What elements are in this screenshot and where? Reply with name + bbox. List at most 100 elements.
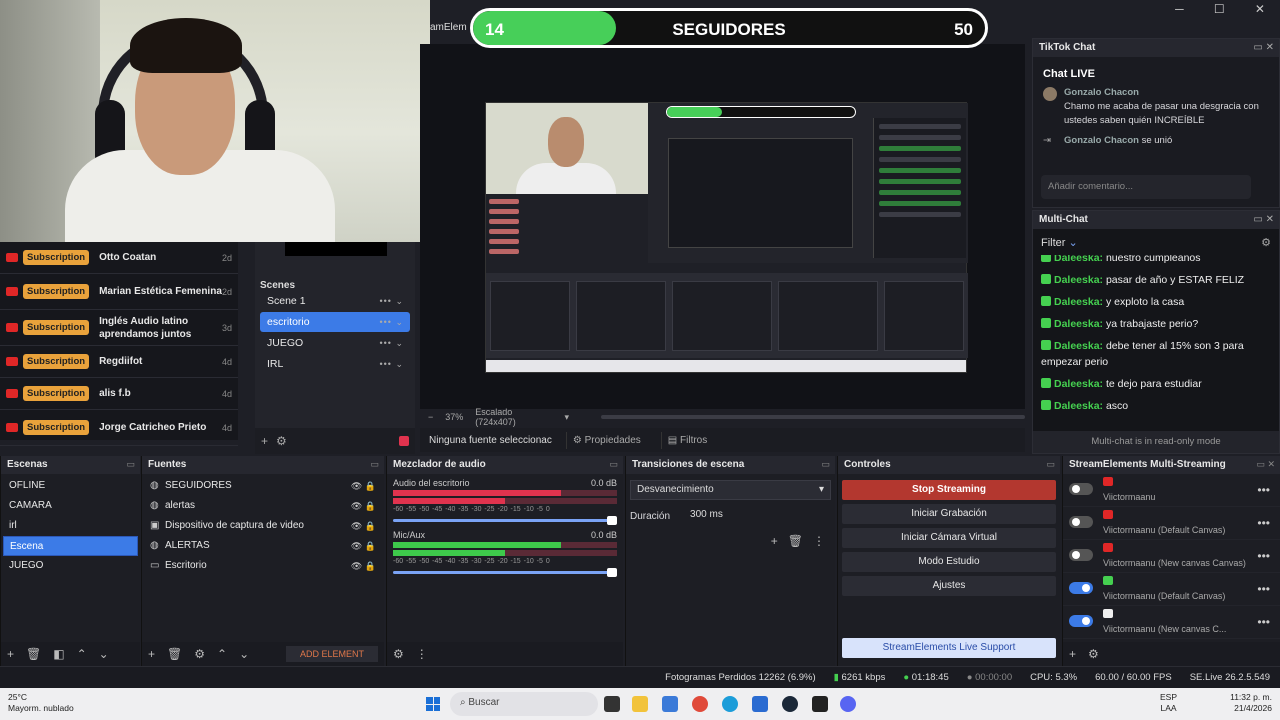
filters-button[interactable]: ▤ Filtros xyxy=(660,431,713,449)
target-name: Viictormaanu (New canvas Canvas) xyxy=(1103,558,1246,568)
mini-scene-item[interactable]: JUEGO ••• ⌄ xyxy=(260,333,410,353)
comment-input[interactable]: Añadir comentario... xyxy=(1041,175,1251,199)
scene-tools-icon[interactable]: ••• ⌄ xyxy=(380,354,405,374)
gear-icon[interactable]: ⚙ xyxy=(1088,647,1099,661)
event-age: 2d xyxy=(221,286,232,297)
target-toggle[interactable] xyxy=(1069,483,1093,495)
scene-item[interactable]: Escena xyxy=(3,536,138,556)
stream-preview[interactable] xyxy=(485,102,968,373)
mini-scene-item[interactable]: Scene 1 ••• ⌄ xyxy=(260,291,410,311)
globe-icon: ◍ xyxy=(150,540,159,551)
gear-icon[interactable]: ⚙ xyxy=(194,647,205,661)
menu-fragment[interactable]: amElem xyxy=(430,22,472,33)
chat-text: asco xyxy=(1105,400,1129,412)
visibility-lock-icons[interactable]: 👁 🔒 xyxy=(351,476,376,496)
scene-item[interactable]: irl xyxy=(3,516,138,536)
settings-button[interactable]: Ajustes xyxy=(842,576,1056,596)
store-icon[interactable] xyxy=(752,696,768,712)
visibility-lock-icons[interactable]: 👁 🔒 xyxy=(351,496,376,516)
maximize-button[interactable]: ☐ xyxy=(1214,2,1225,20)
mini-scene-item[interactable]: escritorio ••• ⌄ xyxy=(260,312,410,332)
up-icon[interactable]: ⌃ xyxy=(217,647,227,661)
close-icon[interactable]: ▭ ✕ xyxy=(1253,42,1274,53)
stop-streaming-button[interactable]: Stop Streaming xyxy=(842,480,1056,500)
record-icon[interactable] xyxy=(399,436,409,446)
gear-icon[interactable]: ⚙ xyxy=(393,647,404,661)
minus-icon[interactable]: − xyxy=(428,412,433,422)
more-icon[interactable]: ••• xyxy=(1257,549,1270,563)
add-icon[interactable]: + xyxy=(7,647,14,661)
transition-tools[interactable]: + 🗑 ⋮ xyxy=(630,534,831,548)
more-icon[interactable]: ••• xyxy=(1257,516,1270,530)
scene-item[interactable]: CAMARA xyxy=(3,496,138,516)
add-icon[interactable]: + xyxy=(1069,647,1076,661)
scene-tools-icon[interactable]: ••• ⌄ xyxy=(380,291,405,311)
transition-select[interactable]: Desvanecimiento ▾ xyxy=(630,480,831,500)
trash-icon[interactable]: 🗑 xyxy=(167,647,182,661)
start-recording-button[interactable]: Iniciar Grabación xyxy=(842,504,1056,524)
scene-item[interactable]: JUEGO xyxy=(3,556,138,576)
visibility-lock-icons[interactable]: 👁 🔒 xyxy=(351,536,376,556)
source-item[interactable]: ▭ Escritorio 👁 🔒 xyxy=(142,556,384,576)
add-icon[interactable]: + xyxy=(261,434,268,448)
visibility-lock-icons[interactable]: 👁 🔒 xyxy=(351,516,376,536)
target-toggle[interactable] xyxy=(1069,615,1093,627)
studio-mode-button[interactable]: Modo Estudio xyxy=(842,552,1056,572)
live-support-button[interactable]: StreamElements Live Support xyxy=(842,638,1056,658)
chat-user: Daleeska: xyxy=(1054,378,1104,390)
obs-icon[interactable] xyxy=(812,696,828,712)
filter-icon[interactable]: ◧ xyxy=(53,647,64,661)
trash-icon[interactable]: 🗑 xyxy=(26,647,41,661)
chat-text: te dejo para estudiar xyxy=(1105,378,1202,390)
scene-item[interactable]: OFLINE xyxy=(3,476,138,496)
chevron-down-icon[interactable]: ▾ xyxy=(564,412,569,423)
duration-field[interactable]: 300 ms xyxy=(684,506,831,526)
event-age: 4d xyxy=(221,356,232,367)
source-item[interactable]: ◍ ALERTAS 👁 🔒 xyxy=(142,536,384,556)
close-button[interactable]: ✕ xyxy=(1255,2,1265,20)
down-icon[interactable]: ⌄ xyxy=(99,647,109,661)
gear-icon[interactable]: ⚙ xyxy=(276,434,287,448)
scene-tools-icon[interactable]: ••• ⌄ xyxy=(380,333,405,353)
file-explorer-icon[interactable] xyxy=(632,696,648,712)
filter-dropdown[interactable]: Filter ⌄ ⚙ xyxy=(1033,229,1279,255)
source-item[interactable]: ◍ alertas 👁 🔒 xyxy=(142,496,384,516)
weather-widget[interactable]: 25°C Mayorm. nublado xyxy=(8,692,74,714)
mini-scene-item[interactable]: IRL ••• ⌄ xyxy=(260,354,410,374)
minimize-button[interactable]: ─ xyxy=(1175,2,1184,20)
preview-scrollbar[interactable] xyxy=(600,415,1025,419)
target-toggle[interactable] xyxy=(1069,516,1093,528)
source-item[interactable]: ▣ Dispositivo de captura de video 👁 🔒 xyxy=(142,516,384,536)
windows-start-icon[interactable] xyxy=(426,697,440,711)
volume-slider[interactable] xyxy=(393,568,617,577)
target-toggle[interactable] xyxy=(1069,549,1093,561)
task-view-icon[interactable] xyxy=(604,696,620,712)
app-icon[interactable] xyxy=(662,696,678,712)
down-icon[interactable]: ⌄ xyxy=(239,647,249,661)
steam-icon[interactable] xyxy=(782,696,798,712)
more-icon[interactable]: ••• xyxy=(1257,582,1270,596)
track-db: 0.0 dB xyxy=(590,530,617,540)
more-icon[interactable]: ••• xyxy=(1257,615,1270,629)
close-icon[interactable]: ▭ ✕ xyxy=(1253,214,1274,225)
taskbar-search[interactable]: ⌕ Buscar xyxy=(450,692,598,716)
volume-slider[interactable] xyxy=(393,516,617,525)
target-toggle[interactable] xyxy=(1069,582,1093,594)
up-icon[interactable]: ⌃ xyxy=(77,647,87,661)
clock[interactable]: 11:32 p. m. 21/4/2026 xyxy=(1230,692,1272,714)
gear-icon[interactable]: ⚙ xyxy=(1261,236,1271,249)
chrome-icon[interactable] xyxy=(692,696,708,712)
more-icon[interactable]: ••• xyxy=(1257,483,1270,497)
source-item[interactable]: ◍ SEGUIDORES 👁 🔒 xyxy=(142,476,384,496)
visibility-lock-icons[interactable]: 👁 🔒 xyxy=(351,556,376,576)
start-virtual-camera-button[interactable]: Iniciar Cámara Virtual xyxy=(842,528,1056,548)
more-icon[interactable]: ⋮ xyxy=(416,647,428,661)
duration-label: Duración xyxy=(630,510,671,522)
scene-tools-icon[interactable]: ••• ⌄ xyxy=(380,312,405,332)
properties-button[interactable]: ⚙ Propiedades xyxy=(565,431,647,449)
language-indicator[interactable]: ESP LAA xyxy=(1160,692,1177,714)
add-icon[interactable]: + xyxy=(148,647,155,661)
add-element-button[interactable]: ADD ELEMENT xyxy=(285,646,378,662)
discord-icon[interactable] xyxy=(840,696,856,712)
edge-icon[interactable] xyxy=(722,696,738,712)
